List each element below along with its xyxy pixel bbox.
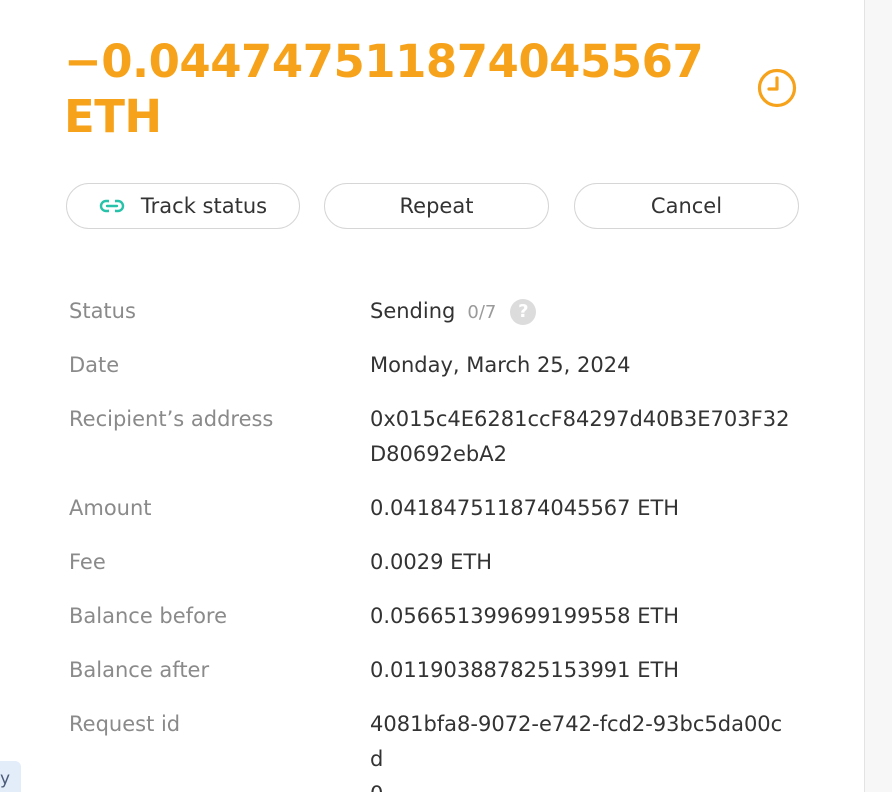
recipient-address-line-1: 0x015c4E6281ccF84297d40B3E703F32 <box>370 407 790 431</box>
track-status-label: Track status <box>140 194 268 218</box>
side-panel-edge <box>865 0 892 792</box>
amount-title-number: −0.044747511874045567 <box>64 35 704 88</box>
status-value: Sending <box>370 299 456 323</box>
recipient-address-line-2: D80692ebA2 <box>370 442 507 466</box>
repeat-button[interactable]: Repeat <box>324 183 549 229</box>
confirmations-count: 0/7 <box>467 302 497 323</box>
recipient-address-label: Recipient’s address <box>69 407 274 431</box>
request-id-label: Request id <box>69 712 181 736</box>
clock-icon[interactable] <box>756 67 798 109</box>
amount-label: Amount <box>69 496 152 520</box>
cancel-label: Cancel <box>650 194 723 218</box>
balance-before-label: Balance before <box>69 604 228 628</box>
repeat-label: Repeat <box>399 194 474 218</box>
status-value-cell: Sending 0/7? <box>370 294 790 330</box>
balance-after-label: Balance after <box>69 658 210 682</box>
transaction-amount-title: −0.044747511874045567 ETH <box>64 34 704 144</box>
date-label: Date <box>69 353 120 377</box>
recipient-address-value[interactable]: 0x015c4E6281ccF84297d40B3E703F32 D80692e… <box>370 402 790 472</box>
fee-label: Fee <box>69 550 106 574</box>
balance-before-value: 0.056651399699199558 ETH <box>370 604 680 628</box>
fee-value: 0.0029 ETH <box>370 550 493 574</box>
date-value: Monday, March 25, 2024 <box>370 353 631 377</box>
status-label: Status <box>69 299 136 323</box>
cancel-button[interactable]: Cancel <box>574 183 799 229</box>
amount-value: 0.041847511874045567 ETH <box>370 496 680 520</box>
link-icon <box>99 199 125 213</box>
transaction-details-page: −0.044747511874045567 ETH Track status R… <box>0 0 892 792</box>
track-status-button[interactable]: Track status <box>66 183 300 229</box>
request-id-line-1: 4081bfa8-9072-e742-fcd2-93bc5da00cd <box>370 712 783 771</box>
corner-tab[interactable]: y <box>0 761 21 792</box>
request-id-line-2: 0 <box>370 777 790 792</box>
request-id-value[interactable]: 4081bfa8-9072-e742-fcd2-93bc5da00cd 0 <box>370 707 790 792</box>
amount-title-currency: ETH <box>64 90 162 143</box>
corner-tab-label: y <box>0 769 11 789</box>
question-icon[interactable]: ? <box>510 299 537 325</box>
balance-after-value: 0.011903887825153991 ETH <box>370 658 680 682</box>
